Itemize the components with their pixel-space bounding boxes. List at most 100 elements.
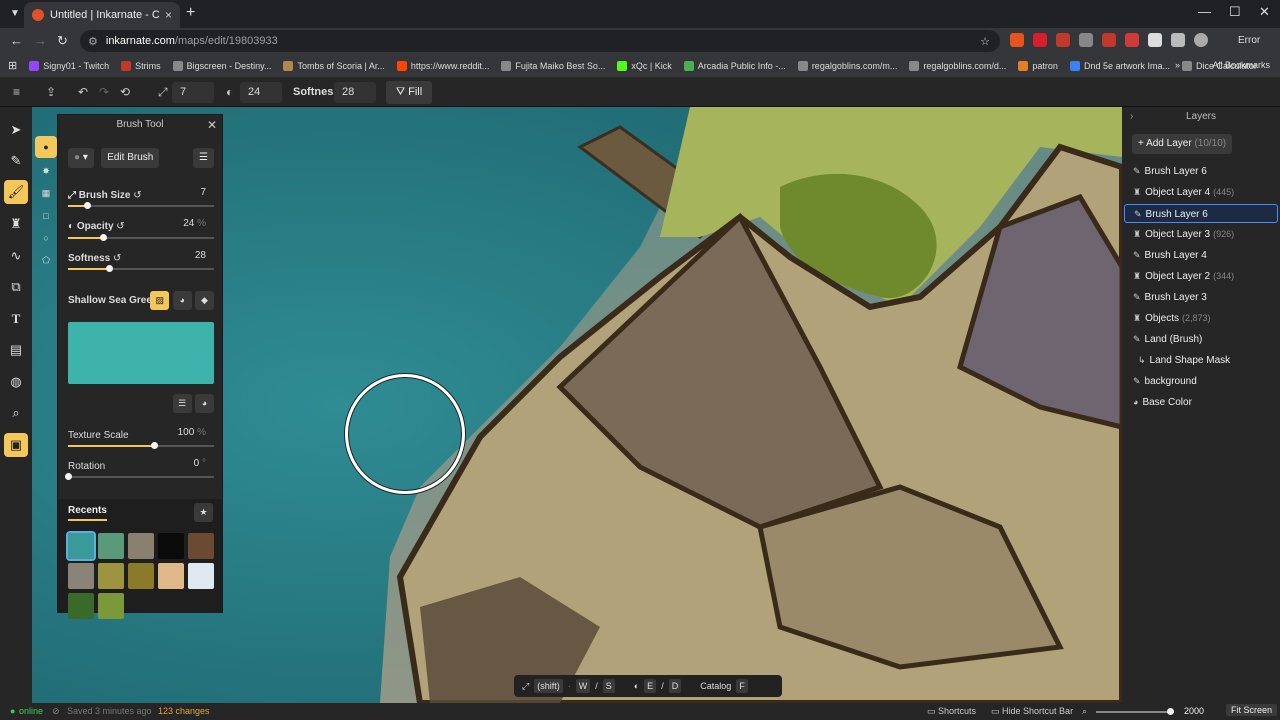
eraser-icon[interactable]: ◆ <box>195 291 214 310</box>
brush-settings-icon[interactable]: ☰ <box>193 148 214 168</box>
fill-button[interactable]: ⛛ Fill <box>386 81 432 104</box>
extension-icon[interactable] <box>1033 33 1047 47</box>
recent-swatch[interactable] <box>188 533 214 559</box>
brush-tool-icon[interactable]: 🖌 <box>4 180 28 204</box>
url-input[interactable]: ⚙ inkarnate.com /maps/edit/19803933 ☆ <box>80 30 1000 52</box>
texture-adjust-icon[interactable]: ☰ <box>172 394 192 413</box>
layer-item[interactable]: ✎ Brush Layer 6 <box>1124 204 1278 223</box>
history-icon[interactable]: ⟲ <box>120 85 130 99</box>
reset-icon[interactable]: ↺ <box>113 253 121 264</box>
shortcuts-button[interactable]: ▭ Shortcuts <box>927 706 976 717</box>
tab-close-icon[interactable]: × <box>165 8 172 22</box>
profile-status[interactable]: Error <box>1238 35 1260 46</box>
bookmarks-overflow-icon[interactable]: » <box>1175 60 1180 70</box>
export-icon[interactable]: ⇪ <box>46 85 56 99</box>
text-tool-icon[interactable]: T <box>4 307 28 331</box>
bookmark-item[interactable]: https://www.reddit... <box>396 60 489 71</box>
palette-icon[interactable]: ◕ <box>172 291 192 310</box>
slider-handle[interactable] <box>151 442 159 449</box>
recent-swatch[interactable] <box>188 563 214 589</box>
square-shape-icon[interactable]: □ <box>35 205 57 227</box>
recent-swatch[interactable] <box>158 563 184 589</box>
extension-icon[interactable] <box>1056 33 1070 47</box>
polygon-shape-icon[interactable]: ⬠ <box>35 249 57 271</box>
extension-icon[interactable] <box>1102 33 1116 47</box>
layer-item[interactable]: ♜ Objects (2,873) <box>1124 309 1278 328</box>
texture-scale-slider[interactable] <box>68 442 214 449</box>
softness-input[interactable]: 28 <box>334 82 376 103</box>
bookmark-item[interactable]: Fujita Maiko Best So... <box>501 60 605 71</box>
collapse-chevron-icon[interactable]: › <box>1130 107 1133 127</box>
globe-tool-icon[interactable]: ◍ <box>4 370 28 394</box>
extension-icon[interactable] <box>1010 33 1024 47</box>
opacity-input[interactable]: 24 <box>240 82 282 103</box>
reading-list-icon[interactable] <box>1171 33 1185 47</box>
maximize-icon[interactable]: ☐ <box>1229 4 1241 20</box>
reset-icon[interactable]: ↺ <box>116 221 124 232</box>
hide-shortcut-bar-button[interactable]: ▭ Hide Shortcut Bar <box>991 706 1073 717</box>
zoom-tool-icon[interactable]: ⌕ <box>4 401 28 425</box>
add-layer-button[interactable]: + Add Layer (10/10) <box>1132 134 1233 154</box>
favorites-star-icon[interactable]: ★ <box>194 503 213 522</box>
extension-icon[interactable] <box>1079 33 1093 47</box>
edit-brush-button[interactable]: Edit Brush <box>101 148 160 168</box>
site-info-icon[interactable]: ⚙ <box>88 35 98 48</box>
recent-swatch[interactable] <box>98 533 124 559</box>
bookmark-item[interactable]: patron <box>1018 60 1058 71</box>
save-tool-icon[interactable]: ▣ <box>4 433 28 457</box>
object-tool-icon[interactable]: ♜ <box>4 212 28 236</box>
all-bookmarks-button[interactable]: All Bookmarks <box>1212 60 1270 70</box>
undo-icon[interactable]: ↶ <box>78 85 88 99</box>
texture-swatch[interactable] <box>68 322 214 384</box>
browser-tab[interactable]: Untitled | Inkarnate - Create Fa × <box>24 2 180 28</box>
layer-item[interactable]: ✎ background <box>1124 372 1278 391</box>
rotation-slider[interactable] <box>65 473 214 480</box>
close-panel-icon[interactable]: ✕ <box>207 115 217 135</box>
layer-item[interactable]: ✎ Brush Layer 6 <box>1124 162 1278 181</box>
bookmark-item[interactable]: Dnd 5e artwork Ima... <box>1069 60 1170 71</box>
brush-preset-dropdown[interactable]: ● ▾ <box>68 148 94 168</box>
circle-shape-icon[interactable]: ○ <box>35 227 57 249</box>
layer-item[interactable]: ↳ Land Shape Mask <box>1124 351 1278 370</box>
softness-slider[interactable] <box>68 265 214 272</box>
slider-handle[interactable] <box>105 265 113 272</box>
bookmark-item[interactable]: Signy01 - Twitch <box>29 60 109 71</box>
stamp-mode-icon[interactable]: ✸ <box>35 160 57 182</box>
brush-size-slider[interactable] <box>68 202 214 209</box>
layer-item[interactable]: ◕ Base Color <box>1124 393 1278 412</box>
notes-tool-icon[interactable]: ▤ <box>4 338 28 362</box>
minimize-icon[interactable]: — <box>1198 4 1211 19</box>
grid-mode-icon[interactable]: ▦ <box>35 182 57 204</box>
eyedropper-tool-icon[interactable]: ✎ <box>4 149 28 173</box>
slider-handle[interactable] <box>83 202 91 209</box>
layer-item[interactable]: ♜ Object Layer 2 (344) <box>1124 267 1278 286</box>
recent-swatch[interactable] <box>98 593 124 619</box>
redo-icon[interactable]: ↷ <box>99 85 109 99</box>
back-icon[interactable]: ← <box>10 33 23 48</box>
bookmark-item[interactable]: Strims <box>121 60 161 71</box>
zoom-slider-handle[interactable] <box>1167 708 1174 715</box>
zoom-slider[interactable] <box>1096 708 1174 715</box>
apps-grid-icon[interactable]: ⊞ <box>8 59 17 72</box>
reset-icon[interactable]: ↺ <box>133 190 141 201</box>
bookmark-item[interactable]: Arcadia Public Info -... <box>683 60 786 71</box>
window-close-icon[interactable]: ✕ <box>1259 4 1270 20</box>
recent-swatch[interactable] <box>68 593 94 619</box>
changes-count[interactable]: 123 changes <box>158 706 210 716</box>
bookmark-item[interactable]: regalgoblins.com/m... <box>797 60 897 71</box>
brush-size-input[interactable]: 7 <box>172 82 214 103</box>
new-tab-button[interactable]: + <box>186 5 195 21</box>
paint-mode-icon[interactable]: ● <box>35 136 57 158</box>
layer-item[interactable]: ♜ Object Layer 3 (926) <box>1124 225 1278 244</box>
opacity-slider[interactable] <box>68 234 214 241</box>
select-tool-icon[interactable]: ➤ <box>4 118 28 142</box>
recent-swatch[interactable] <box>98 563 124 589</box>
menu-icon[interactable]: ≡ <box>13 85 20 99</box>
shape-tool-icon[interactable]: ⧉ <box>4 275 28 299</box>
bookmark-item[interactable]: Bigscreen - Destiny... <box>172 60 271 71</box>
path-tool-icon[interactable]: ∿ <box>4 244 28 268</box>
recents-tab[interactable]: Recents <box>68 505 107 521</box>
layer-item[interactable]: ♜ Object Layer 4 (445) <box>1124 183 1278 202</box>
layer-item[interactable]: ✎ Land (Brush) <box>1124 330 1278 349</box>
recent-swatch[interactable] <box>158 533 184 559</box>
